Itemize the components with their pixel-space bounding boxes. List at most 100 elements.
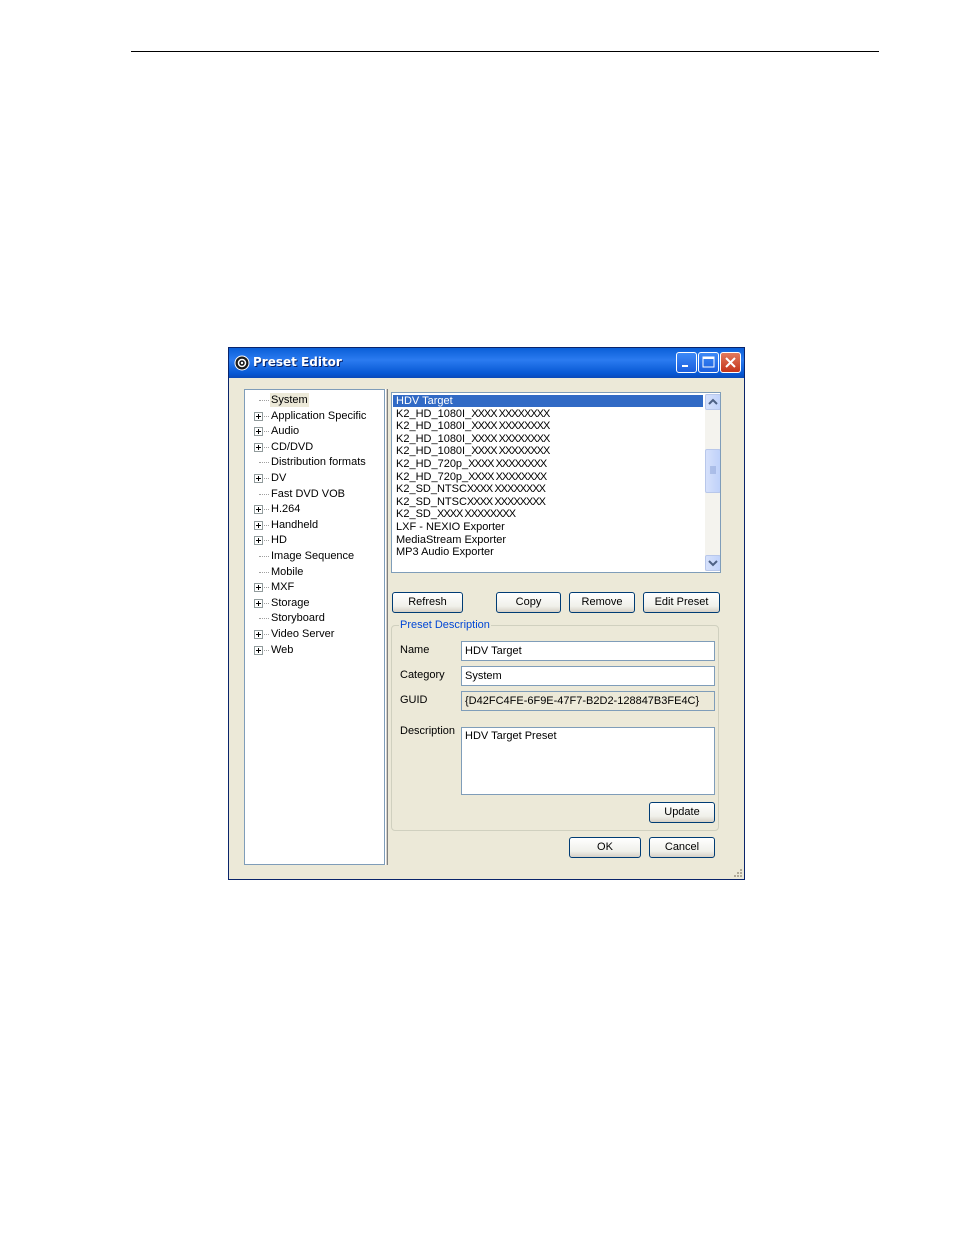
tree-item-label: Storyboard [271, 612, 325, 625]
tree-item[interactable]: MXF [245, 580, 384, 595]
scroll-up-button[interactable] [705, 394, 720, 410]
tree-item-label: DV [271, 472, 287, 484]
expand-plus-icon[interactable] [254, 536, 263, 546]
expand-plus-icon[interactable] [254, 630, 263, 639]
preset-list-item-label: LXF - NEXIO Exporter [396, 521, 505, 533]
tree-item[interactable]: Fast DVD VOB [245, 487, 384, 502]
tree-item[interactable]: Application Specific [245, 409, 384, 424]
tree-item-label: Mobile [271, 565, 304, 578]
tree-connector-line [259, 618, 269, 620]
preset-list-item-label: K2_HD_1080I_ [396, 432, 472, 445]
tree-item[interactable]: System [245, 393, 384, 408]
cancel-button[interactable]: Cancel [649, 837, 715, 858]
preset-list-item-redacted: XXXX XXXXXXXX [466, 483, 546, 496]
ok-button[interactable]: OK [569, 837, 641, 858]
minimize-button[interactable] [676, 352, 697, 373]
close-button[interactable] [720, 352, 741, 373]
tree-item[interactable]: Storage [245, 596, 384, 611]
preset-list-item[interactable]: K2_HD_1080I_XXXX XXXXXXXX [393, 433, 703, 445]
title-bar[interactable]: Preset Editor [229, 348, 744, 378]
tree-item[interactable]: H.264 [245, 502, 384, 517]
scroll-down-button[interactable] [705, 555, 720, 571]
preset-list-item-redacted: XXXX XXXXXXXX [471, 445, 550, 458]
expand-plus-icon[interactable] [254, 427, 263, 437]
preset-list-item-redacted: XXXX XXXXXXXX [466, 495, 546, 508]
description-textarea[interactable]: HDV Target Preset [461, 727, 715, 795]
tree-item[interactable]: DV [245, 471, 384, 486]
preset-list-item-redacted: XXXX XXXXXXXX [436, 508, 516, 521]
expand-plus-icon[interactable] [254, 442, 263, 452]
preset-list-item-redacted: XXXX XXXXXXXX [471, 420, 550, 433]
category-label: Category [400, 669, 445, 681]
tree-item[interactable]: HD [245, 533, 384, 548]
tree-splitter[interactable] [385, 389, 388, 865]
tree-item[interactable]: Handheld [245, 518, 384, 533]
expand-plus-icon[interactable] [254, 598, 263, 608]
page-header-rule [131, 51, 879, 52]
tree-item-label: Distribution formats [271, 456, 366, 469]
tree-item[interactable]: Storyboard [245, 611, 384, 626]
preset-list-item[interactable]: HDV Target [393, 395, 703, 407]
edit-preset-button[interactable]: Edit Preset [643, 592, 720, 613]
expand-plus-icon[interactable] [254, 474, 263, 483]
tree-item-label: Web [271, 643, 294, 656]
maximize-button[interactable] [698, 352, 719, 373]
copy-button[interactable]: Copy [496, 592, 561, 613]
tree-item-label: Fast DVD VOB [271, 487, 345, 500]
preset-list-item[interactable]: K2_HD_720p_XXXX XXXXXXXX [393, 458, 703, 470]
tree-item-label: MXF [271, 581, 295, 594]
preset-list-item-label: K2_SD_ [396, 508, 437, 521]
category-tree[interactable]: System Application Specific Audio CD/DVD Dis… [244, 389, 385, 865]
preset-list-item[interactable]: LXF - NEXIO Exporter [393, 521, 703, 533]
name-field[interactable]: HDV Target [461, 641, 715, 661]
tree-item-label: H.264 [271, 503, 301, 516]
expand-plus-icon[interactable] [254, 645, 263, 655]
guid-field: {D42FC4FE-6F9E-47F7-B2D2-128847B3FE4C} [461, 691, 715, 711]
preset-list-item[interactable]: MediaStream Exporter [393, 534, 703, 546]
preset-list-item[interactable]: K2_SD_NTSCXXXX XXXXXXXX [393, 483, 703, 495]
refresh-button[interactable]: Refresh [392, 592, 463, 613]
preset-list-item-label: K2_HD_720p_ [396, 458, 469, 470]
preset-list-item-label: K2_HD_1080I_ [396, 420, 472, 433]
app-gear-icon [234, 355, 250, 371]
category-field[interactable]: System [461, 666, 715, 686]
chevron-up-icon [708, 398, 718, 405]
tree-item[interactable]: Video Server [245, 627, 384, 642]
tree-item[interactable]: Audio [245, 424, 384, 439]
preset-list-item-label: K2_HD_1080I_ [396, 445, 472, 458]
preset-list-item[interactable]: K2_HD_1080I_XXXX XXXXXXXX [393, 420, 703, 432]
maximize-icon [702, 356, 715, 368]
remove-button[interactable]: Remove [569, 592, 635, 613]
resize-grip-icon[interactable] [733, 868, 743, 878]
preset-list-item[interactable]: K2_SD_NTSCXXXX XXXXXXXX [393, 496, 703, 508]
preset-list-item[interactable]: K2_HD_1080I_XXXX XXXXXXXX [393, 408, 703, 420]
preset-list-item[interactable]: K2_SD_XXXX XXXXXXXX [393, 508, 703, 520]
preset-list-item-label: MP3 Audio Exporter [396, 546, 494, 559]
tree-item-label: Handheld [271, 518, 319, 531]
tree-item[interactable]: Image Sequence [245, 549, 384, 564]
expand-plus-icon[interactable] [254, 411, 263, 421]
preset-description-title: Preset Description [399, 619, 491, 631]
update-button[interactable]: Update [649, 802, 715, 823]
expand-plus-icon[interactable] [254, 520, 263, 530]
tree-item-label: Audio [271, 425, 300, 438]
preset-list-scrollbar[interactable] [705, 394, 720, 571]
tree-item[interactable]: Mobile [245, 565, 384, 580]
expand-plus-icon[interactable] [254, 505, 263, 515]
tree-item[interactable]: CD/DVD [245, 440, 384, 455]
expand-plus-icon[interactable] [254, 583, 263, 593]
preset-list-item[interactable]: K2_HD_720p_XXXX XXXXXXXX [393, 471, 703, 483]
preset-list-item-redacted: XXXX XXXXXXXX [471, 407, 550, 420]
tree-item[interactable]: Web [245, 643, 384, 658]
preset-list-item[interactable]: K2_HD_1080I_XXXX XXXXXXXX [393, 445, 703, 457]
preset-list-item-label: K2_SD_NTSC [396, 483, 467, 496]
preset-list-item-label: K2_HD_720p_ [396, 470, 469, 483]
preset-list-item-redacted: XXXX XXXXXXXX [471, 432, 550, 445]
scroll-thumb[interactable] [705, 449, 720, 493]
tree-item-label: Image Sequence [271, 550, 355, 562]
preset-list-item[interactable]: MP3 Audio Exporter [393, 546, 703, 558]
tree-connector-line [259, 493, 269, 495]
tree-item[interactable]: Distribution formats [245, 455, 384, 470]
preset-list[interactable]: HDV Target K2_HD_1080I_XXXX XXXXXXXX K2_HD… [391, 392, 721, 573]
preset-list-item-label: K2_HD_1080I_ [396, 407, 472, 420]
